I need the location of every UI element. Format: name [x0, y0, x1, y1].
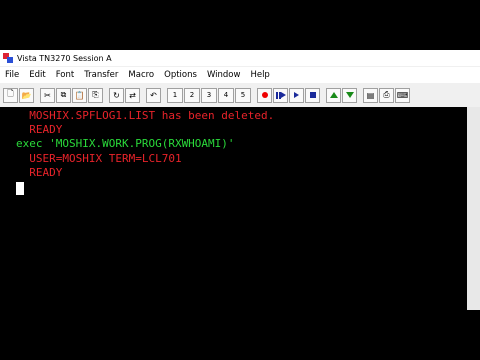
pf3-button[interactable]: 3 [201, 87, 217, 103]
record-macro-icon[interactable] [257, 87, 272, 103]
app-icon [3, 53, 13, 63]
properties-icon[interactable]: ▤ [363, 87, 378, 103]
title-bar: Vista TN3270 Session A [0, 50, 480, 66]
vertical-scrollbar[interactable] [467, 107, 480, 310]
menu-window[interactable]: Window [202, 70, 246, 80]
terminal-line: READY [16, 166, 63, 179]
refresh-icon[interactable]: ↻ [109, 87, 124, 103]
menu-file[interactable]: File [0, 70, 24, 80]
terminal-line: READY [16, 123, 63, 136]
cut-icon[interactable]: ✂ [40, 87, 55, 103]
terminal-screen[interactable]: MOSHIX.SPFLOG1.LIST has been deleted. RE… [0, 107, 467, 310]
step-macro-icon[interactable] [273, 87, 288, 103]
paste-icon[interactable]: 📋 [72, 87, 87, 103]
keyboard-icon[interactable]: ⌨ [395, 87, 410, 103]
open-icon[interactable]: 📂 [19, 87, 34, 103]
copy-append-icon[interactable]: ⎘ [88, 87, 103, 103]
terminal-line: exec 'MOSHIX.WORK.PROG(RXWHOAMI)' [16, 137, 235, 150]
download-icon[interactable] [342, 87, 357, 103]
menu-font[interactable]: Font [51, 70, 80, 80]
undo-icon[interactable]: ↶ [146, 87, 161, 103]
stop-macro-icon[interactable] [305, 87, 320, 103]
print-icon[interactable]: ⎙ [379, 87, 394, 103]
text-cursor [16, 182, 24, 195]
play-macro-icon[interactable] [289, 87, 304, 103]
terminal-line: USER=MOSHIX TERM=LCL701 [16, 152, 182, 165]
pf2-button[interactable]: 2 [184, 87, 200, 103]
pf5-button[interactable]: 5 [235, 87, 251, 103]
window-title: Vista TN3270 Session A [17, 53, 112, 63]
toolbar: 🗋 📂 ✂ ⧉ 📋 ⎘ ↻ ⇄ ↶ 1 2 3 4 5 ▤ ⎙ ⌨ [0, 84, 480, 106]
pf4-button[interactable]: 4 [218, 87, 234, 103]
terminal-line: MOSHIX.SPFLOG1.LIST has been deleted. [16, 109, 275, 122]
menu-options[interactable]: Options [159, 70, 202, 80]
menu-macro[interactable]: Macro [123, 70, 159, 80]
tn3270-window: Vista TN3270 Session A File Edit Font Tr… [0, 50, 480, 310]
new-icon[interactable]: 🗋 [3, 87, 18, 103]
menu-transfer[interactable]: Transfer [79, 70, 123, 80]
menu-edit[interactable]: Edit [24, 70, 50, 80]
menu-bar: File Edit Font Transfer Macro Options Wi… [0, 67, 480, 83]
transfer-icon[interactable]: ⇄ [125, 87, 140, 103]
menu-help[interactable]: Help [245, 70, 274, 80]
pf1-button[interactable]: 1 [167, 87, 183, 103]
upload-icon[interactable] [326, 87, 341, 103]
copy-icon[interactable]: ⧉ [56, 87, 71, 103]
